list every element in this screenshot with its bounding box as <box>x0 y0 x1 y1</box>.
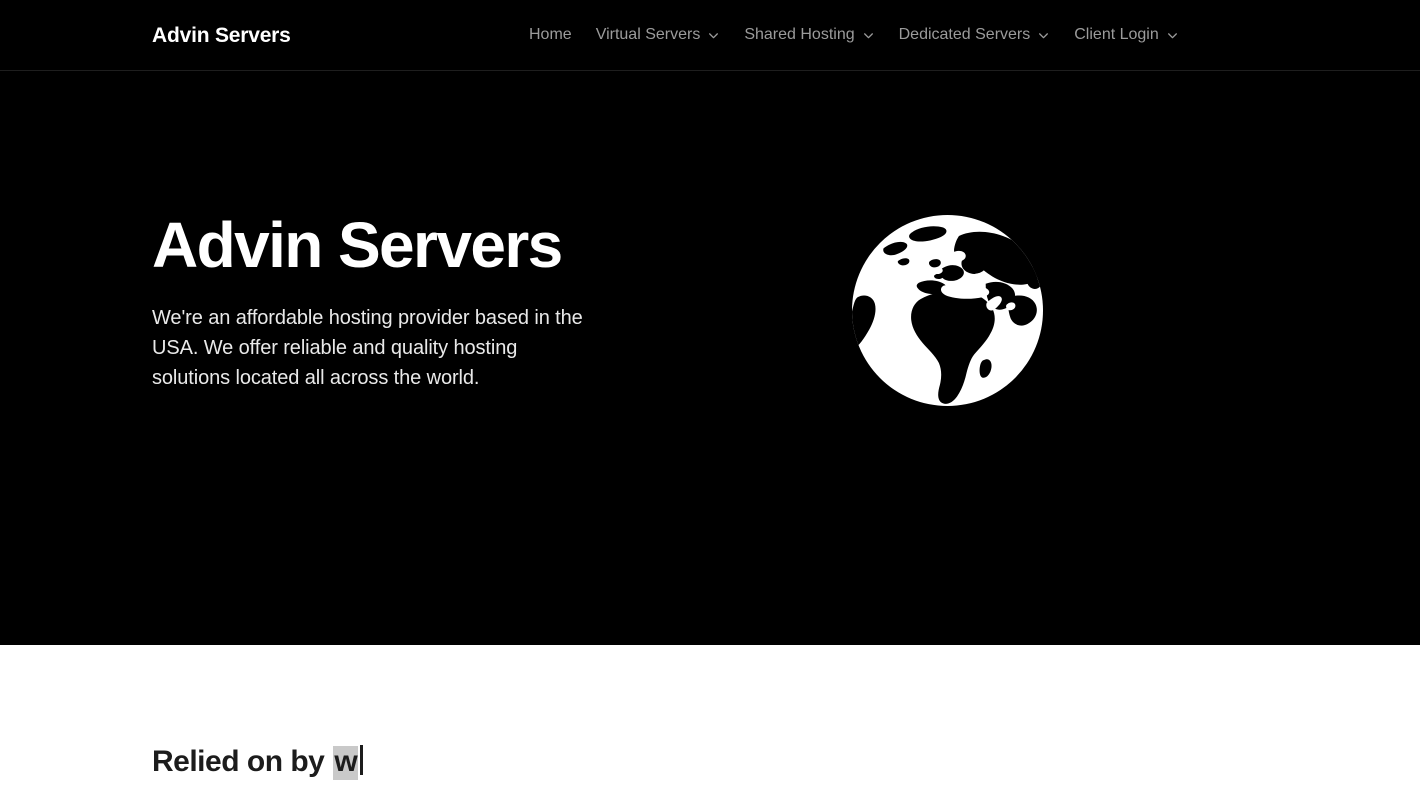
chevron-down-icon <box>707 29 720 42</box>
chevron-down-icon <box>862 29 875 42</box>
page-root: Advin Servers Home Virtual Servers Share… <box>0 0 1420 787</box>
relied-on-heading: Relied on by w <box>152 741 364 780</box>
nav-item-home[interactable]: Home <box>529 21 572 49</box>
nav-item-label: Virtual Servers <box>595 26 701 43</box>
typewriter-container: w <box>333 741 364 780</box>
typed-word: w <box>333 745 359 780</box>
hero-subtitle: We're an affordable hosting provider bas… <box>152 306 583 390</box>
nav-item-label: Dedicated Servers <box>898 26 1031 43</box>
hero-section: Advin Servers We're an affordable hostin… <box>0 71 1420 645</box>
globe-icon <box>852 215 1043 406</box>
brand-logo[interactable]: Advin Servers <box>152 25 291 46</box>
nav-item-label: Shared Hosting <box>744 26 855 43</box>
nav-item-label: Home <box>529 26 572 43</box>
chevron-down-icon <box>1166 29 1179 42</box>
hero-text-block: Advin Servers We're an affordable hostin… <box>152 212 622 394</box>
chevron-down-icon <box>1037 29 1050 42</box>
site-header: Advin Servers Home Virtual Servers Share… <box>0 0 1420 71</box>
relied-on-static-text: Relied on by <box>152 745 325 778</box>
page-title: Advin Servers <box>152 209 563 281</box>
main-navigation: Home Virtual Servers Shared Hosting Dedi… <box>529 21 1179 49</box>
nav-item-label: Client Login <box>1074 26 1159 43</box>
nav-item-client-login[interactable]: Client Login <box>1074 21 1179 49</box>
nav-item-shared-hosting[interactable]: Shared Hosting <box>744 21 874 49</box>
nav-item-virtual-servers[interactable]: Virtual Servers <box>596 21 721 49</box>
relied-on-section: Relied on by w <box>0 645 1420 787</box>
nav-item-dedicated-servers[interactable]: Dedicated Servers <box>899 21 1051 49</box>
text-cursor-icon <box>360 745 364 775</box>
